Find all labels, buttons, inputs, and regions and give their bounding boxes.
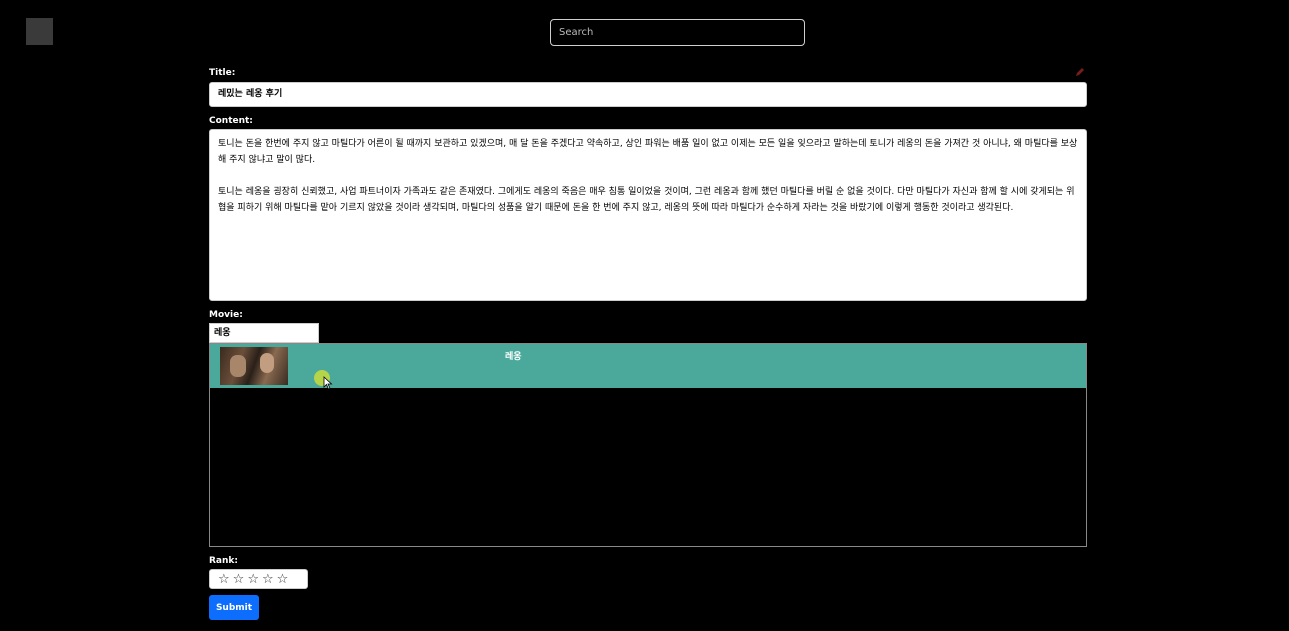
star-icon[interactable]: ☆ — [218, 573, 230, 586]
movie-results-list: 레옹 — [209, 343, 1087, 547]
movie-label: Movie: — [209, 310, 243, 320]
star-icon[interactable]: ☆ — [262, 573, 274, 586]
movie-result-title: 레옹 — [505, 352, 522, 362]
content-paragraph: 토니는 레옹을 굉장히 신뢰했고, 사업 파트너이자 가족과도 같은 존재였다.… — [218, 187, 1075, 213]
rank-label: Rank: — [209, 556, 238, 566]
star-icon[interactable]: ☆ — [247, 573, 259, 586]
content-label: Content: — [209, 116, 253, 126]
content-paragraph: 토니는 돈을 한번에 주지 않고 마틸다가 어른이 될 때까지 보관하고 있겠으… — [218, 139, 1078, 165]
star-icon[interactable]: ☆ — [277, 573, 289, 586]
movie-result-item[interactable]: 레옹 — [210, 344, 1086, 388]
search-box[interactable] — [550, 19, 805, 46]
search-input[interactable] — [551, 20, 804, 45]
title-input[interactable]: 레밌는 레옹 후기 — [209, 82, 1087, 107]
movie-input[interactable]: 레옹 — [209, 323, 319, 343]
pencil-icon[interactable] — [1074, 66, 1086, 78]
submit-button[interactable]: Submit — [209, 595, 259, 620]
title-label: Title: — [209, 68, 236, 78]
content-textarea[interactable]: 토니는 돈을 한번에 주지 않고 마틸다가 어른이 될 때까지 보관하고 있겠으… — [209, 129, 1087, 301]
star-icon[interactable]: ☆ — [233, 573, 245, 586]
rank-stars: ☆ ☆ ☆ ☆ ☆ — [209, 569, 308, 589]
mouse-cursor-icon — [323, 376, 333, 390]
logo[interactable] — [26, 18, 53, 45]
movie-poster-thumbnail — [220, 347, 288, 385]
